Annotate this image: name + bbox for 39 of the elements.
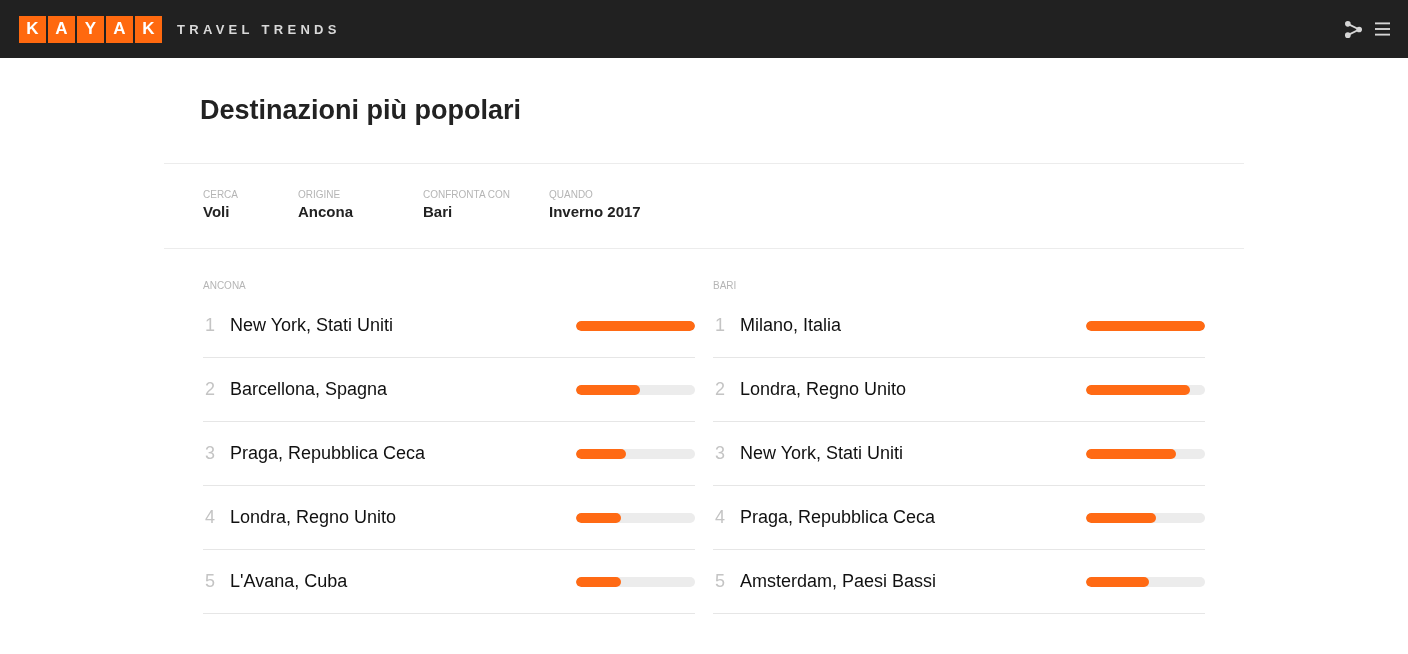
filter-value[interactable]: Inverno 2017	[549, 203, 641, 221]
logo-tile[interactable]: K	[135, 15, 162, 43]
filter-value[interactable]: Bari	[423, 203, 453, 221]
rank-number: 3	[204, 443, 216, 464]
page-title: Destinazioni più popolari	[200, 94, 522, 126]
filter-label: ORIGINE	[298, 189, 341, 200]
site-subtitle: TRAVEL TRENDS	[177, 21, 341, 37]
destination-name: New York, Stati Uniti	[740, 443, 904, 464]
destination-name: L'Avana, Cuba	[230, 571, 348, 592]
menu-icon[interactable]	[1375, 22, 1390, 36]
list-heading: BARI	[713, 280, 737, 291]
rank-number: 5	[714, 571, 726, 592]
share-icon[interactable]	[1344, 20, 1363, 38]
destination-name: Praga, Repubblica Ceca	[230, 443, 426, 464]
rank-number: 4	[204, 507, 216, 528]
destination-name: New York, Stati Uniti	[230, 315, 394, 336]
filter-value[interactable]: Voli	[203, 203, 230, 221]
rank-number: 3	[714, 443, 726, 464]
rank-number: 2	[714, 379, 726, 400]
filter-label: CONFRONTA CON	[423, 189, 511, 200]
destination-name: Praga, Repubblica Ceca	[740, 507, 936, 528]
filter-value[interactable]: Ancona	[298, 203, 353, 221]
rank-number: 4	[714, 507, 726, 528]
filter-label: CERCA	[203, 189, 238, 200]
logo-tile[interactable]: A	[48, 15, 75, 43]
destination-name: Amsterdam, Paesi Bassi	[740, 571, 937, 592]
destination-name: Milano, Italia	[740, 315, 842, 336]
destination-name: Londra, Regno Unito	[230, 507, 397, 528]
rank-number: 1	[714, 315, 726, 336]
destination-name: Londra, Regno Unito	[740, 379, 907, 400]
logo-tile[interactable]: A	[106, 15, 133, 43]
rank-number: 5	[204, 571, 216, 592]
rank-number: 2	[204, 379, 216, 400]
filter-label: QUANDO	[549, 189, 593, 200]
list-heading: ANCONA	[203, 280, 246, 291]
logo-tile[interactable]: K	[19, 15, 46, 43]
rank-number: 1	[204, 315, 216, 336]
logo-tile[interactable]: Y	[77, 15, 104, 43]
destination-name: Barcellona, Spagna	[230, 379, 388, 400]
